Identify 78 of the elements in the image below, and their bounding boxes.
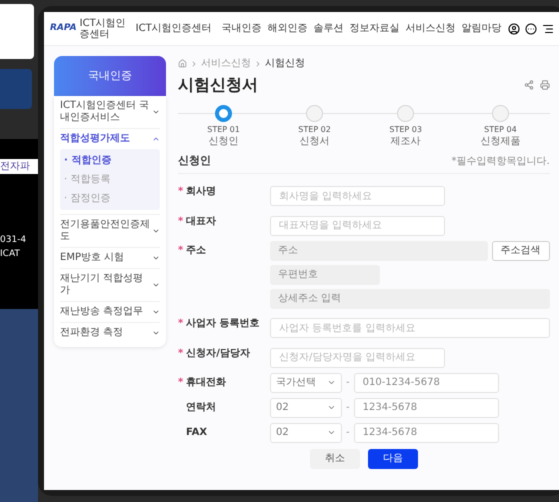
chevron-down-icon [327,403,336,412]
address-input-field[interactable]: 상세주소 입력 [270,288,550,308]
nav-link[interactable]: 알림마당 [462,21,502,36]
field-label: * 사업자 등록번호 [178,317,261,331]
more-icon[interactable] [524,22,537,34]
field-label: * 휴대전화 [178,376,228,390]
sidebar-item[interactable]: ICT시험인증센터 국내인증서비스 [60,96,160,128]
background-text: 031-4 [0,234,28,247]
nav-link[interactable]: 서비스신청 [406,21,456,36]
dropdown-select[interactable]: 02 [270,398,342,418]
step-label: 신청인 [208,136,239,147]
dropdown-select[interactable]: 국가선택 [270,372,342,392]
section-title: 신청인 [178,153,211,169]
step-label: 신청서 [300,136,330,147]
step-label: 신청제품 [480,136,520,147]
phone-input-field[interactable]: 010-1234-5678 [354,372,499,392]
required-note: *필수입력항목입니다. [452,154,550,169]
address-input-field[interactable]: 주소 [270,240,488,260]
user-icon[interactable] [508,22,520,34]
field-label: * 신청자/담당자 [178,346,251,360]
sidebar-item[interactable]: 재난방송 측정업무 [60,302,160,322]
text-input-field[interactable]: 사업자 등록번호를 입력하세요 [270,318,550,338]
separator-text: - [346,376,350,390]
field-label: 연락처 [185,401,217,415]
chevron-right-icon [190,60,198,68]
dropdown-select[interactable]: 02 [270,422,342,442]
chevron-down-icon [327,428,336,437]
nav-link[interactable]: 정보자료실 [350,21,400,36]
address-input-field[interactable]: 우편번호 [270,264,380,284]
step-number: STEP 04 [484,124,517,136]
submenu-item[interactable]: · 적합인증 [64,151,156,170]
nav-link[interactable]: ICT시험인증센터 [136,21,212,36]
nav-link[interactable]: 솔루션 [314,21,344,36]
step-number: STEP 01 [207,124,240,136]
background-card [0,4,34,59]
sidebar-item[interactable]: 재난기기 적합성평가 [60,269,160,301]
background-text: ICAT [0,248,21,260]
nav-link[interactable]: 국내인증 [222,21,262,36]
sidebar-item[interactable]: EMP방호 시험 [60,248,160,268]
address-search-button[interactable]: 주소검색 [492,240,550,260]
chevron-right-icon [254,60,262,68]
page-title: 시험신청서 [178,74,258,96]
field-label: FAX [185,426,208,440]
text-input-field[interactable]: 회사명을 입력하세요 [270,186,445,206]
print-icon[interactable] [540,80,550,90]
form-button[interactable]: 다음 [368,448,418,468]
text-input-field[interactable]: 신청자/담당자명을 입력하세요 [270,348,445,368]
sidebar-item[interactable]: 적합성평가제도 [60,129,160,149]
menu-icon[interactable] [542,22,554,34]
field-label: * 회사명 [178,185,218,199]
background-text: 전자파 [0,159,38,174]
chevron-up-icon [152,135,160,143]
step-number: STEP 02 [298,124,331,136]
chevron-down-icon [152,108,160,116]
home-icon[interactable] [178,59,187,68]
chevron-down-icon [327,378,336,387]
chevron-down-icon [152,227,160,235]
chevron-down-icon [152,281,160,289]
nav-link[interactable]: 해외인증 [268,21,308,36]
field-label: * 대표자 [178,214,218,228]
step-label: 제조사 [390,136,421,147]
sidebar-item[interactable]: 전파환경 측정 [60,323,160,343]
step-number: STEP 03 [389,124,422,136]
chevron-down-icon [152,254,160,262]
chevron-down-icon [152,308,160,316]
sidebar-item[interactable]: 전기용품안전인증제도 [60,215,160,247]
form-button[interactable]: 취소 [310,448,360,468]
background-banner [0,69,32,109]
sidebar-banner: 국내인증 [54,56,166,96]
breadcrumb-link[interactable]: 시험신청 [265,56,305,71]
share-icon[interactable] [524,80,534,90]
separator-text: - [346,401,350,415]
phone-input-field[interactable]: 1234-5678 [354,422,499,442]
phone-input-field[interactable]: 1234-5678 [354,398,499,418]
text-input-field[interactable]: 대표자명을 입력하세요 [270,216,445,236]
separator-text: - [346,426,350,440]
field-label: * 주소 [178,244,208,258]
chevron-down-icon [152,329,160,337]
